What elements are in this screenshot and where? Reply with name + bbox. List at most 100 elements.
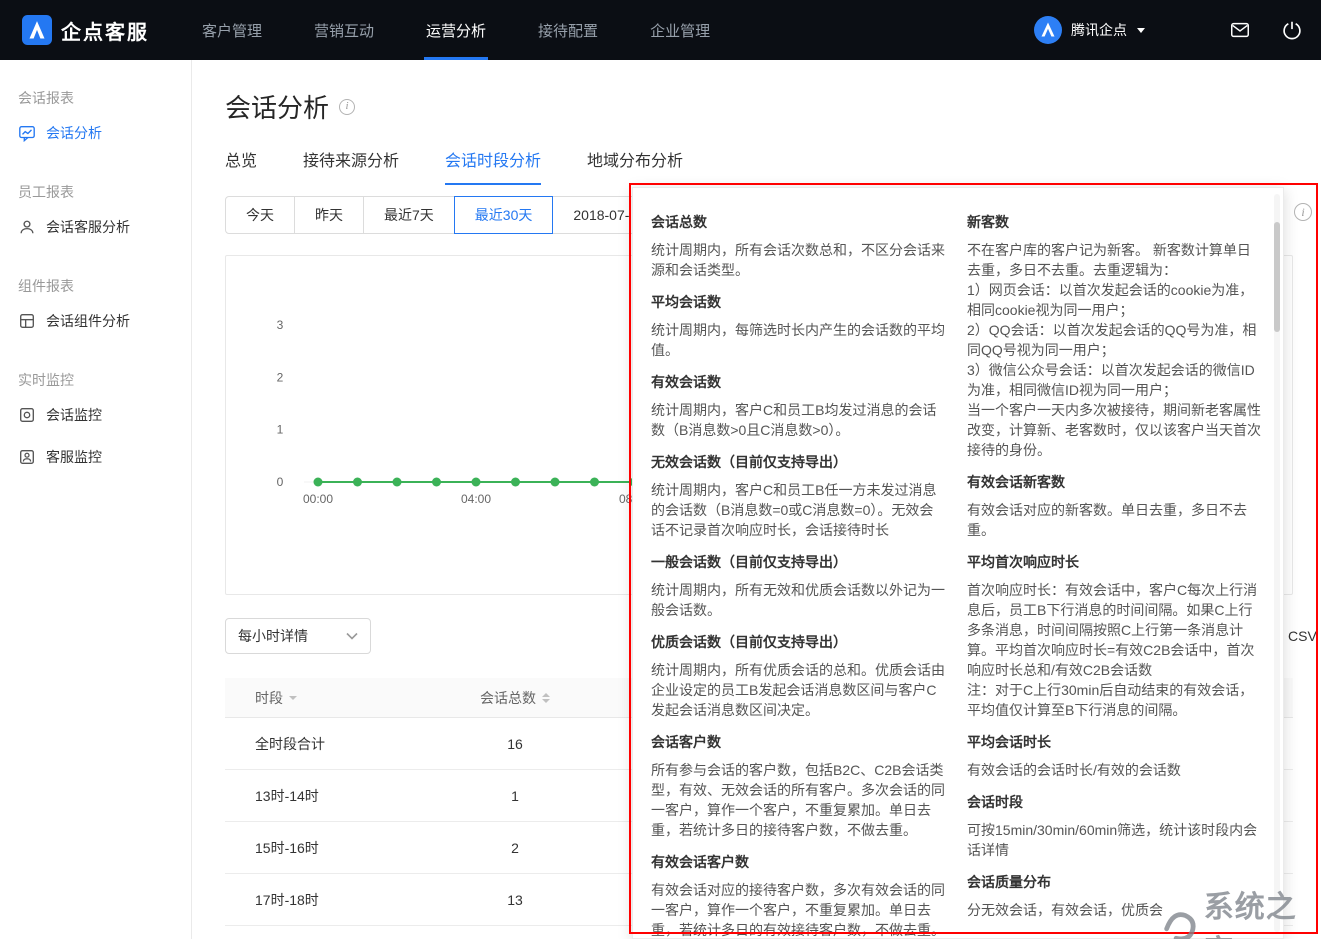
glossary-term-title: 平均会话时长 <box>967 732 1263 752</box>
sidebar-item-label: 会话组件分析 <box>46 311 130 331</box>
glossary-term-title: 有效会话数 <box>651 372 947 392</box>
cell-period: 全时段合计 <box>225 734 435 754</box>
sidebar-item[interactable]: 会话客服分析 <box>0 206 191 248</box>
svg-text:1: 1 <box>277 423 284 437</box>
cell-session-total: 16 <box>435 736 595 752</box>
column-label: 会话总数 <box>480 688 536 708</box>
avatar <box>1033 15 1063 45</box>
tabs: 总览 接待来源分析 会话时段分析 地域分布分析 <box>225 147 683 185</box>
nav-item-2[interactable]: 营销互动 <box>288 0 400 60</box>
glossary-term-body: 有效会话对应的新客数。单日去重，多日不去重。 <box>967 500 1263 540</box>
date-filter-1[interactable]: 今天 <box>225 196 295 234</box>
svg-text:04:00: 04:00 <box>461 492 491 506</box>
page-title-row: 会话分析 i <box>225 88 355 125</box>
topnav-right: 腾讯企点 <box>1033 15 1321 45</box>
sidebar-item-label: 会话客服分析 <box>46 217 130 237</box>
tab-3[interactable]: 会话时段分析 <box>445 147 541 185</box>
glossary-term-body: 统计周期内，所有无效和优质会话数以外记为一般会话数。 <box>651 580 947 620</box>
glossary-term-body: 首次响应时长：有效会话中，客户C每次上行消息后，员工B下行消息的时间间隔。如果C… <box>967 580 1263 720</box>
info-icon[interactable]: i <box>339 99 355 115</box>
glossary-term-body: 分无效会话，有效会话，优质会 <box>967 900 1263 920</box>
glossary-term-title: 优质会话数（目前仅支持导出） <box>651 632 947 652</box>
session-monitor-icon <box>18 406 36 424</box>
svg-text:0: 0 <box>277 475 284 489</box>
info-icon[interactable]: i <box>1294 203 1312 221</box>
scrollbar-thumb[interactable] <box>1274 222 1280 332</box>
sort-icon[interactable] <box>289 696 297 700</box>
component-analysis-icon <box>18 312 36 330</box>
cell-period: 15时-16时 <box>225 838 435 858</box>
chat-analysis-icon <box>18 124 36 142</box>
agent-monitor-icon <box>18 448 36 466</box>
column-header-period[interactable]: 时段 <box>225 688 435 708</box>
tab-1[interactable]: 总览 <box>225 147 257 185</box>
chevron-down-icon <box>1137 28 1145 33</box>
cell-period: 17时-18时 <box>225 890 435 910</box>
glossary-term-title: 新客数 <box>967 212 1263 232</box>
logout-icon[interactable] <box>1281 19 1303 41</box>
scrollbar[interactable] <box>1274 194 1280 932</box>
glossary-col-left: 会话总数统计周期内，所有会话次数总和，不区分会话来源和会话类型。平均会话数统计周… <box>651 212 947 938</box>
svg-text:00:00: 00:00 <box>303 492 333 506</box>
tab-4[interactable]: 地域分布分析 <box>587 147 683 185</box>
date-filter-2[interactable]: 昨天 <box>294 196 364 234</box>
glossary-term-body: 有效会话的会话时长/有效的会话数 <box>967 760 1263 780</box>
glossary-term-title: 会话客户数 <box>651 732 947 752</box>
svg-text:3: 3 <box>277 318 284 332</box>
sidebar-item[interactable]: 会话组件分析 <box>0 300 191 342</box>
chart-point <box>314 478 323 487</box>
svg-text:2: 2 <box>277 370 284 384</box>
glossary-term-title: 会话质量分布 <box>967 872 1263 892</box>
glossary-term-title: 有效会话客户数 <box>651 852 947 872</box>
top-navigation: 企点客服 客户管理营销互动运营分析接待配置企业管理 腾讯企点 <box>0 0 1321 60</box>
tab-2[interactable]: 接待来源分析 <box>303 147 399 185</box>
cell-session-total: 2 <box>435 840 595 856</box>
cell-session-total: 1 <box>435 788 595 804</box>
chart-point <box>472 478 481 487</box>
glossary-term-title: 会话总数 <box>651 212 947 232</box>
sidebar-nav: 会话报表会话分析员工报表会话客服分析组件报表会话组件分析实时监控会话监控客服监控 <box>0 60 192 939</box>
date-filter-4[interactable]: 最近30天 <box>454 196 554 234</box>
sidebar-item[interactable]: 会话监控 <box>0 394 191 436</box>
page-title: 会话分析 <box>225 88 329 125</box>
detail-granularity-select[interactable]: 每小时详情 <box>225 618 371 654</box>
cell-session-total: 13 <box>435 892 595 908</box>
nav-item-5[interactable]: 企业管理 <box>624 0 736 60</box>
app-logo[interactable]: 企点客服 <box>0 15 176 45</box>
export-csv-label[interactable]: CSV <box>1288 628 1317 644</box>
chart-point <box>551 478 560 487</box>
column-header-session-total[interactable]: 会话总数 <box>435 688 595 708</box>
sidebar-item-label: 客服监控 <box>46 447 102 467</box>
glossary-term-title: 一般会话数（目前仅支持导出） <box>651 552 947 572</box>
qidian-logo-icon <box>22 15 52 45</box>
chart-point <box>353 478 362 487</box>
date-filter-3[interactable]: 最近7天 <box>363 196 455 234</box>
detail-granularity-value: 每小时详情 <box>238 626 308 646</box>
glossary-term-body: 所有参与会话的客户数，包括B2C、C2B会话类型，有效、无效会话的所有客户。多次… <box>651 760 947 840</box>
chevron-down-icon <box>346 632 358 640</box>
nav-item-1[interactable]: 客户管理 <box>176 0 288 60</box>
glossary-col-right: 新客数不在客户库的客户记为新客。 新客数计算单日去重，多日不去重。去重逻辑为： … <box>967 212 1263 938</box>
glossary-term-body: 统计周期内，每筛选时长内产生的会话数的平均值。 <box>651 320 947 360</box>
mail-icon[interactable] <box>1229 19 1251 41</box>
sidebar-section-header: 实时监控 <box>18 370 191 390</box>
account-menu[interactable]: 腾讯企点 <box>1033 15 1145 45</box>
sidebar-item[interactable]: 客服监控 <box>0 436 191 478</box>
sidebar-item-label: 会话监控 <box>46 405 102 425</box>
sort-icon[interactable] <box>542 693 550 703</box>
chart-point <box>590 478 599 487</box>
glossary-term-body: 统计周期内，客户C和员工B任一方未发过消息的会话数（B消息数=0或C消息数=0）… <box>651 480 947 540</box>
account-name: 腾讯企点 <box>1071 20 1127 40</box>
glossary-term-body: 统计周期内，所有优质会话的总和。优质会话由企业设定的员工B发起会话消息数区间与客… <box>651 660 947 720</box>
glossary-term-title: 无效会话数（目前仅支持导出） <box>651 452 947 472</box>
glossary-term-title: 平均会话数 <box>651 292 947 312</box>
glossary-term-body: 统计周期内，客户C和员工B均发过消息的会话数（B消息数>0且C消息数>0）。 <box>651 400 947 440</box>
nav-item-3[interactable]: 运营分析 <box>400 0 512 60</box>
agent-analysis-icon <box>18 218 36 236</box>
sidebar-item[interactable]: 会话分析 <box>0 112 191 154</box>
glossary-term-body: 统计周期内，所有会话次数总和，不区分会话来源和会话类型。 <box>651 240 947 280</box>
nav-items: 客户管理营销互动运营分析接待配置企业管理 <box>176 0 736 60</box>
sidebar-section-header: 员工报表 <box>18 182 191 202</box>
nav-item-4[interactable]: 接待配置 <box>512 0 624 60</box>
chart-point <box>511 478 520 487</box>
